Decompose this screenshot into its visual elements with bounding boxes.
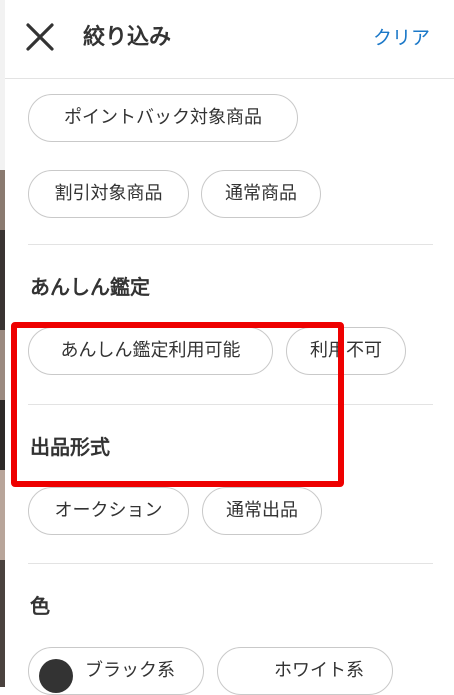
close-button[interactable] (25, 22, 55, 52)
highlight-box (11, 322, 344, 487)
color-swatch-black (39, 659, 73, 693)
chip-color-white-label: ホワイト系 (274, 660, 364, 681)
section-title-anshin: あんしん鑑定 (30, 275, 150, 299)
clear-button[interactable]: クリア (373, 24, 430, 52)
close-icon (26, 23, 54, 51)
chip-auction[interactable]: オークション (28, 487, 189, 535)
filter-header: 絞り込み クリア (5, 0, 454, 79)
chip-regular-product[interactable]: 通常商品 (201, 170, 321, 218)
chip-regular-listing[interactable]: 通常出品 (202, 487, 322, 535)
chip-color-black[interactable]: ブラック系 (28, 647, 204, 695)
divider (28, 563, 433, 564)
chip-discount[interactable]: 割引対象商品 (28, 170, 189, 218)
chip-point-back[interactable]: ポイントバック対象商品 (28, 94, 298, 142)
color-swatch-white (228, 659, 262, 693)
section-title-color: 色 (30, 592, 50, 620)
page-title: 絞り込み (83, 25, 172, 50)
section-title-color-label: 色 (30, 594, 50, 618)
background-strip (0, 0, 5, 687)
divider (28, 244, 433, 245)
chip-color-white[interactable]: ホワイト系 (217, 647, 393, 695)
chip-color-black-label: ブラック系 (85, 660, 175, 681)
